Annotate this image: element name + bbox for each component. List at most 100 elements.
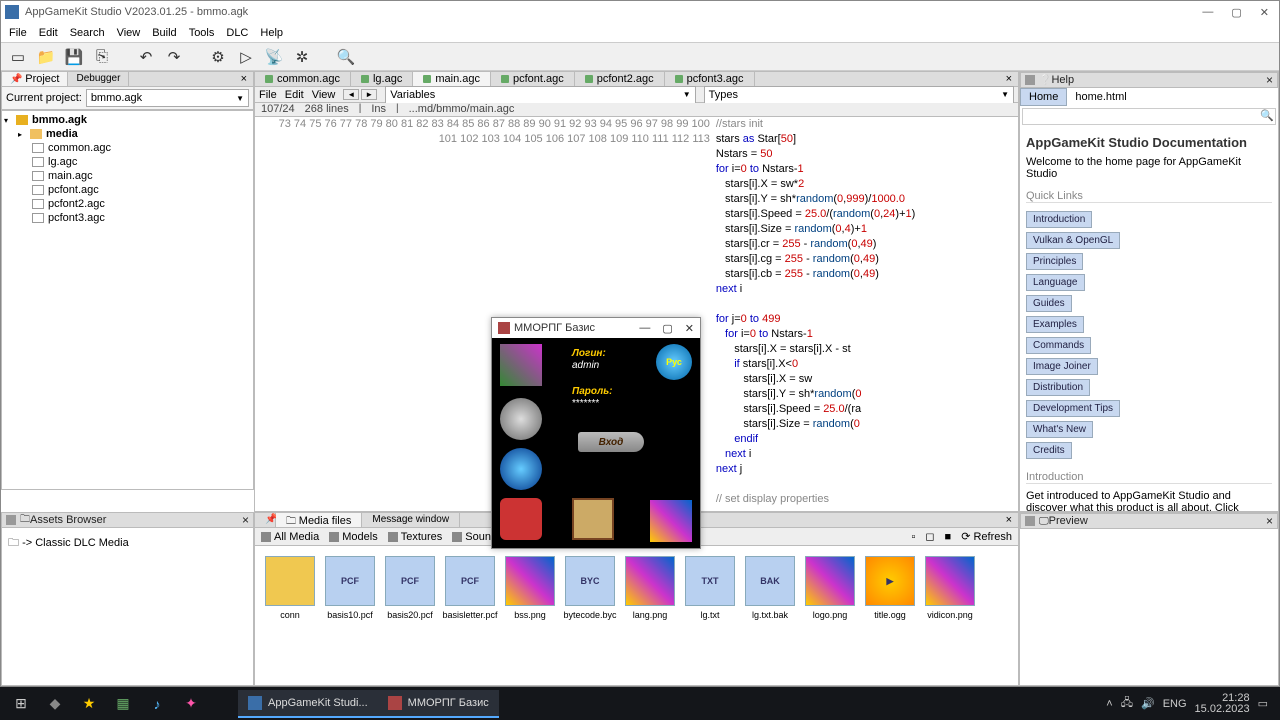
project-tree[interactable]: bmmo.agk media common.agc lg.agc main.ag… [1, 110, 254, 490]
quick-link[interactable]: Development Tips [1026, 400, 1120, 417]
media-item[interactable]: PCFbasis10.pcf [321, 556, 379, 675]
editor-menu-view[interactable]: View [312, 89, 336, 101]
broadcast-icon[interactable]: 📡 [263, 46, 285, 68]
view-medium-icon[interactable]: ◻ [925, 530, 934, 543]
quick-link[interactable]: Image Joiner [1026, 358, 1098, 375]
close-preview-icon[interactable]: × [1266, 514, 1273, 528]
view-large-icon[interactable]: ■ [945, 531, 952, 543]
taskbar-icon[interactable]: ★ [72, 690, 106, 718]
tab-project[interactable]: 📌 Project [2, 72, 68, 86]
tree-root[interactable]: bmmo.agk [4, 113, 251, 127]
menu-file[interactable]: File [9, 27, 27, 39]
media-item[interactable]: BYCbytecode.byc [561, 556, 619, 675]
help-search-icon[interactable]: 🔍 [1259, 109, 1275, 124]
tree-file[interactable]: pcfont2.agc [4, 197, 251, 211]
search-icon[interactable]: 🔍 [335, 46, 357, 68]
debug-icon[interactable]: ✲ [291, 46, 313, 68]
menu-help[interactable]: Help [260, 27, 283, 39]
quick-link[interactable]: Guides [1026, 295, 1072, 312]
tray-clock[interactable]: 21:2815.02.2023 [1195, 693, 1250, 715]
menu-tools[interactable]: Tools [189, 27, 215, 39]
minimize-icon[interactable]: — [1202, 6, 1213, 19]
editor-menu-edit[interactable]: Edit [285, 89, 304, 101]
file-tab[interactable]: lg.agc [351, 72, 413, 86]
quick-link[interactable]: What's New [1026, 421, 1093, 438]
taskbar-icon[interactable]: ✦ [174, 690, 208, 718]
file-tab[interactable]: common.agc [255, 72, 351, 86]
close-icon[interactable]: ✕ [1260, 6, 1269, 19]
pin-icon[interactable]: 📌 [255, 513, 276, 527]
tray-network-icon[interactable]: 🖧 [1121, 694, 1133, 713]
run-icon[interactable]: ▷ [235, 46, 257, 68]
menu-edit[interactable]: Edit [39, 27, 58, 39]
taskbar-icon[interactable]: ▦ [106, 690, 140, 718]
media-item[interactable]: logo.png [801, 556, 859, 675]
taskbar-app-game[interactable]: ММОРПГ Базис [378, 690, 499, 718]
filter-all-media[interactable]: All Media [261, 531, 319, 543]
tree-file[interactable]: main.agc [4, 169, 251, 183]
editor-menu-file[interactable]: File [259, 89, 277, 101]
quick-link[interactable]: Introduction [1026, 211, 1092, 228]
media-item[interactable]: PCFbasisletter.pcf [441, 556, 499, 675]
variables-dropdown[interactable]: Variables▼ [385, 86, 695, 104]
tab-message-window[interactable]: Message window [362, 513, 460, 527]
close-assets-icon[interactable]: × [242, 513, 249, 527]
media-item[interactable]: vidicon.png [921, 556, 979, 675]
tab-debugger[interactable]: Debugger [68, 72, 129, 86]
tray-notifications-icon[interactable]: ▭ [1258, 697, 1268, 710]
lang-globe-button[interactable]: Рус [656, 344, 692, 380]
game-minimize-icon[interactable]: — [639, 322, 650, 335]
file-tab[interactable]: pcfont.agc [491, 72, 575, 86]
login-value[interactable]: admin [572, 360, 599, 371]
refresh-button[interactable]: ⟳ Refresh [961, 530, 1012, 543]
taskbar-icon[interactable]: ♪ [140, 690, 174, 718]
enter-button[interactable]: Вход [578, 432, 644, 452]
nav-fwd-icon[interactable]: ► [361, 89, 377, 100]
types-dropdown[interactable]: Types▼ [704, 86, 1014, 104]
pin-icon[interactable] [6, 515, 16, 525]
password-value[interactable]: ******* [572, 398, 599, 409]
menu-search[interactable]: Search [70, 27, 105, 39]
taskbar-app-agk[interactable]: AppGameKit Studi... [238, 690, 378, 718]
pin-icon[interactable] [1025, 75, 1035, 85]
save-icon[interactable]: 💾 [63, 46, 85, 68]
quick-link[interactable]: Credits [1026, 442, 1072, 459]
media-item[interactable]: bss.png [501, 556, 559, 675]
tray-lang[interactable]: ENG [1163, 698, 1187, 710]
tray-chevron-icon[interactable]: ˄ [1106, 698, 1112, 710]
open-project-icon[interactable]: 📁 [35, 46, 57, 68]
compile-icon[interactable]: ⚙ [207, 46, 229, 68]
menu-dlc[interactable]: DLC [226, 27, 248, 39]
tray-volume-icon[interactable]: 🔊 [1141, 697, 1155, 710]
game-maximize-icon[interactable]: ▢ [662, 322, 672, 335]
menu-view[interactable]: View [117, 27, 141, 39]
file-tab[interactable]: pcfont2.agc [575, 72, 665, 86]
media-item[interactable]: TXTlg.txt [681, 556, 739, 675]
quick-link[interactable]: Examples [1026, 316, 1084, 333]
quick-link[interactable]: Distribution [1026, 379, 1090, 396]
filter-textures[interactable]: Textures [388, 531, 443, 543]
game-window[interactable]: ММОРПГ Базис — ▢ ✕ Рус Логин: admin Паро… [491, 317, 701, 549]
close-panel-icon[interactable]: × [235, 72, 253, 86]
assets-item[interactable]: 🗀 -> Classic DLC Media [8, 534, 247, 553]
menu-build[interactable]: Build [152, 27, 176, 39]
tree-file[interactable]: pcfont.agc [4, 183, 251, 197]
media-item[interactable]: PCFbasis20.pcf [381, 556, 439, 675]
game-close-icon[interactable]: ✕ [685, 322, 694, 335]
help-search-input[interactable] [1023, 109, 1259, 124]
tree-file[interactable]: lg.agc [4, 155, 251, 169]
file-tab[interactable]: pcfont3.agc [665, 72, 755, 86]
tree-file[interactable]: pcfont3.agc [4, 211, 251, 225]
current-project-dropdown[interactable]: bmmo.agk▼ [86, 89, 249, 107]
undo-icon[interactable]: ↶ [135, 46, 157, 68]
new-project-icon[interactable]: ▭ [7, 46, 29, 68]
file-tab-active[interactable]: main.agc [413, 72, 491, 86]
tree-folder-media[interactable]: media [4, 127, 251, 141]
media-item[interactable]: conn [261, 556, 319, 675]
view-small-icon[interactable]: ▫ [911, 531, 915, 543]
close-media-icon[interactable]: × [1000, 513, 1018, 527]
tab-media-files[interactable]: 🗀 Media files [276, 513, 362, 527]
taskbar-icon[interactable]: ◆ [38, 690, 72, 718]
quick-link[interactable]: Principles [1026, 253, 1083, 270]
start-button[interactable]: ⊞ [4, 690, 38, 718]
